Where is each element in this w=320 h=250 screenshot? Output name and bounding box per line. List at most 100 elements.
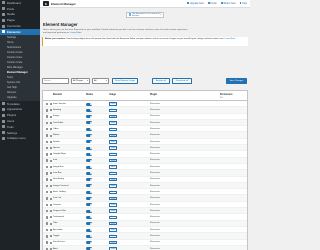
- usage-show-button[interactable]: Show: [109, 165, 117, 169]
- row-checkbox[interactable]: [45, 146, 48, 150]
- status-toggle[interactable]: [86, 197, 92, 201]
- status-toggle[interactable]: [86, 134, 92, 138]
- status-filter-select[interactable]: All ▾: [92, 78, 109, 84]
- row-checkbox[interactable]: [45, 241, 48, 244]
- row-checkbox[interactable]: [45, 178, 48, 181]
- usage-show-button[interactable]: Show: [109, 108, 117, 113]
- status-toggle[interactable]: [86, 102, 92, 106]
- status-toggle[interactable]: [86, 159, 92, 163]
- row-checkbox[interactable]: [45, 109, 48, 112]
- activate-all-button[interactable]: Activate all: [152, 78, 170, 84]
- status-toggle[interactable]: [86, 241, 92, 245]
- announcement-banner[interactable]: Get Elementor Pro to unlock all features…: [126, 11, 164, 18]
- upgrade-now-link[interactable]: Upgrade Now: [187, 2, 204, 5]
- row-checkbox[interactable]: [45, 203, 48, 207]
- col-plugin[interactable]: Plugin: [150, 94, 157, 96]
- status-toggle[interactable]: [86, 146, 92, 150]
- status-toggle[interactable]: [86, 121, 92, 125]
- plugin-name: Elementor: [150, 134, 160, 137]
- usage-show-button[interactable]: Show: [109, 240, 117, 245]
- finder-link[interactable]: Finder: [207, 2, 217, 5]
- row-checkbox[interactable]: [45, 159, 48, 162]
- plugin-name: Elementor: [150, 184, 160, 187]
- usage-show-button[interactable]: Show: [109, 127, 117, 131]
- usage-show-button[interactable]: Show: [109, 228, 117, 232]
- usage-show-button[interactable]: Show: [109, 133, 117, 138]
- status-toggle[interactable]: [86, 115, 92, 119]
- media-icon: [2, 12, 5, 16]
- close-icon[interactable]: ×: [160, 13, 161, 16]
- status-toggle[interactable]: [86, 190, 92, 194]
- status-toggle[interactable]: [86, 203, 92, 207]
- row-checkbox[interactable]: [45, 222, 48, 225]
- status-toggle[interactable]: [86, 184, 92, 188]
- usage-show-button[interactable]: Show: [109, 234, 117, 239]
- plugin-filter-select[interactable]: All Plugins ▾: [71, 78, 90, 84]
- usage-show-button[interactable]: Show: [109, 190, 117, 194]
- usage-show-button[interactable]: Show: [109, 152, 117, 157]
- usage-show-button[interactable]: Show: [109, 184, 117, 188]
- row-checkbox[interactable]: [45, 228, 48, 232]
- usage-show-button[interactable]: Show: [109, 196, 117, 201]
- usage-show-button[interactable]: Show: [109, 215, 117, 220]
- row-checkbox[interactable]: [45, 153, 48, 156]
- usage-show-button[interactable]: Show: [109, 203, 117, 207]
- row-checkbox[interactable]: [45, 197, 48, 200]
- elements-table: Element Status Usage Plugin Permission P…: [42, 90, 248, 250]
- row-checkbox[interactable]: [45, 115, 48, 118]
- plugin-name: Elementor: [150, 247, 160, 250]
- usage-show-button[interactable]: Show: [109, 171, 117, 176]
- status-toggle[interactable]: [86, 152, 92, 156]
- row-checkbox[interactable]: [45, 209, 48, 213]
- usage-show-button[interactable]: Show: [109, 209, 117, 213]
- row-checkbox[interactable]: [45, 134, 48, 137]
- row-checkbox[interactable]: [45, 140, 48, 144]
- status-toggle[interactable]: [86, 178, 92, 182]
- whats-new-link[interactable]: What's New: [220, 2, 236, 5]
- menu-item-collapse-menu[interactable]: Collapse menu: [0, 136, 40, 142]
- usage-show-button[interactable]: Show: [109, 222, 117, 226]
- col-status[interactable]: Status: [86, 94, 93, 96]
- page-title: Element Manager: [43, 22, 78, 27]
- row-checkbox[interactable]: [45, 127, 48, 131]
- status-toggle[interactable]: [86, 228, 92, 232]
- learn-more-link[interactable]: Learn More: [70, 32, 81, 34]
- row-checkbox[interactable]: [45, 121, 48, 125]
- row-checkbox[interactable]: [45, 165, 48, 169]
- row-checkbox[interactable]: [45, 190, 48, 194]
- usage-show-button[interactable]: Show: [109, 102, 117, 106]
- save-changes-button[interactable]: Save Changes: [226, 78, 247, 84]
- usage-show-button[interactable]: Show: [109, 146, 117, 150]
- usage-show-button[interactable]: Show: [109, 177, 117, 182]
- row-checkbox[interactable]: [45, 184, 48, 188]
- usage-show-button[interactable]: Show: [109, 159, 117, 163]
- status-toggle[interactable]: [86, 222, 92, 226]
- plugin-name: Elementor: [150, 165, 160, 168]
- notice-learn-more-link[interactable]: Learn More: [225, 38, 236, 40]
- usage-show-button[interactable]: Show: [109, 114, 117, 119]
- status-toggle[interactable]: [86, 165, 92, 169]
- status-toggle[interactable]: [86, 140, 92, 144]
- deactivate-all-button[interactable]: Deactivate all: [172, 78, 192, 84]
- widget-icon: [50, 241, 52, 244]
- plugin-name: Elementor: [150, 222, 160, 225]
- col-element[interactable]: Element: [53, 94, 62, 96]
- status-toggle[interactable]: [86, 127, 92, 131]
- status-toggle[interactable]: [86, 215, 92, 219]
- help-link[interactable]: Help: [239, 2, 247, 5]
- submenu-item-upgrade[interactable]: Upgrade: [0, 95, 40, 100]
- status-toggle[interactable]: [86, 234, 92, 238]
- row-checkbox[interactable]: [45, 102, 48, 106]
- usage-show-button[interactable]: Show: [109, 140, 117, 144]
- scan-usage-button[interactable]: Scan Element Usage: [112, 78, 138, 84]
- row-checkbox[interactable]: [45, 172, 48, 175]
- col-usage[interactable]: Usage: [109, 94, 116, 96]
- usage-show-button[interactable]: Show: [109, 121, 117, 125]
- status-toggle[interactable]: [86, 108, 92, 112]
- element-name: Button: [53, 134, 60, 137]
- search-input[interactable]: Search: [42, 78, 69, 84]
- row-checkbox[interactable]: [45, 216, 48, 219]
- status-toggle[interactable]: [86, 171, 92, 175]
- status-toggle[interactable]: [86, 209, 92, 213]
- row-checkbox[interactable]: [45, 235, 48, 238]
